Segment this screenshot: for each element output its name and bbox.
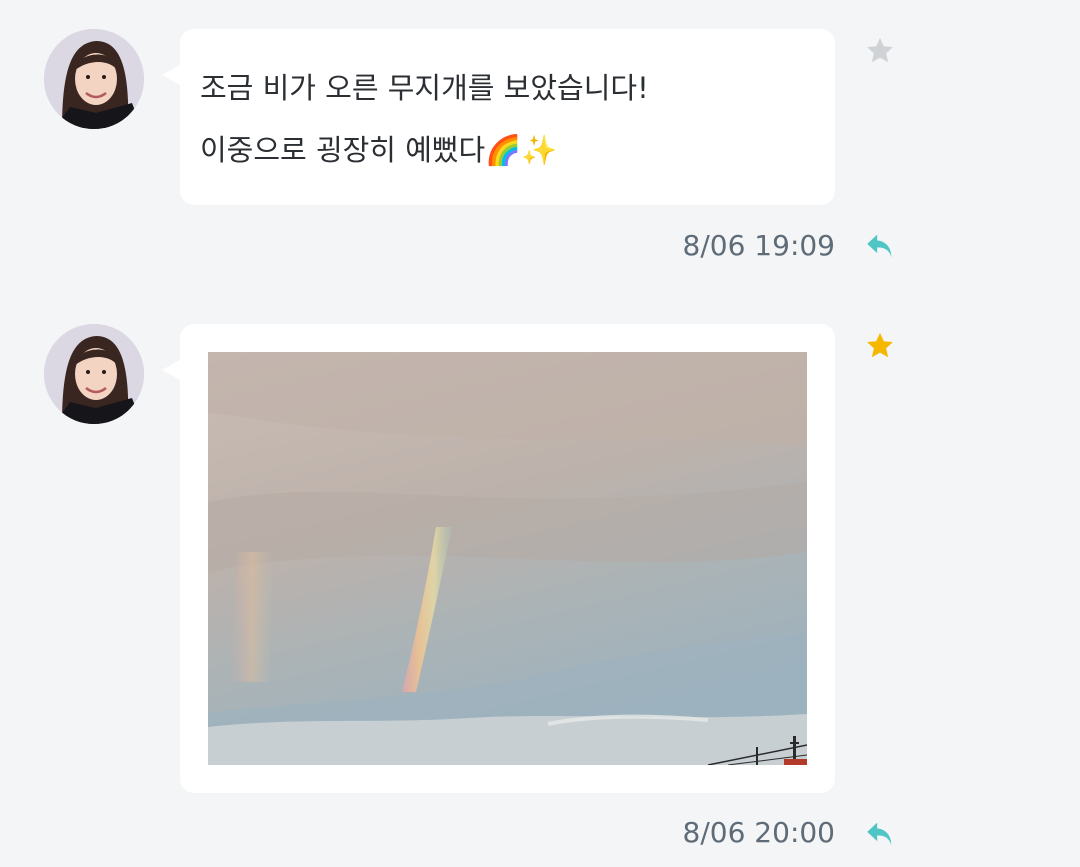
- avatar[interactable]: [44, 29, 144, 129]
- star-icon[interactable]: [864, 35, 896, 67]
- rainbow-photo[interactable]: [208, 352, 807, 765]
- avatar[interactable]: [44, 324, 144, 424]
- reply-icon[interactable]: [863, 817, 897, 851]
- message-timestamp: 8/06 19:09: [682, 229, 835, 262]
- star-icon[interactable]: [864, 330, 896, 362]
- message-timestamp: 8/06 20:00: [682, 816, 835, 849]
- message-bubble: [162, 324, 835, 793]
- message-text-line: 조금 비가 오른 무지개를 보았습니다!: [200, 71, 649, 105]
- message-feed: 조금 비가 오른 무지개를 보았습니다! 이중으로 굉장히 예뻤다🌈✨ 8/06…: [0, 0, 1080, 867]
- reply-icon[interactable]: [863, 229, 897, 263]
- message-text-line: 이중으로 굉장히 예뻤다🌈✨: [200, 133, 558, 167]
- message-bubble: 조금 비가 오른 무지개를 보았습니다! 이중으로 굉장히 예뻤다🌈✨: [162, 29, 835, 205]
